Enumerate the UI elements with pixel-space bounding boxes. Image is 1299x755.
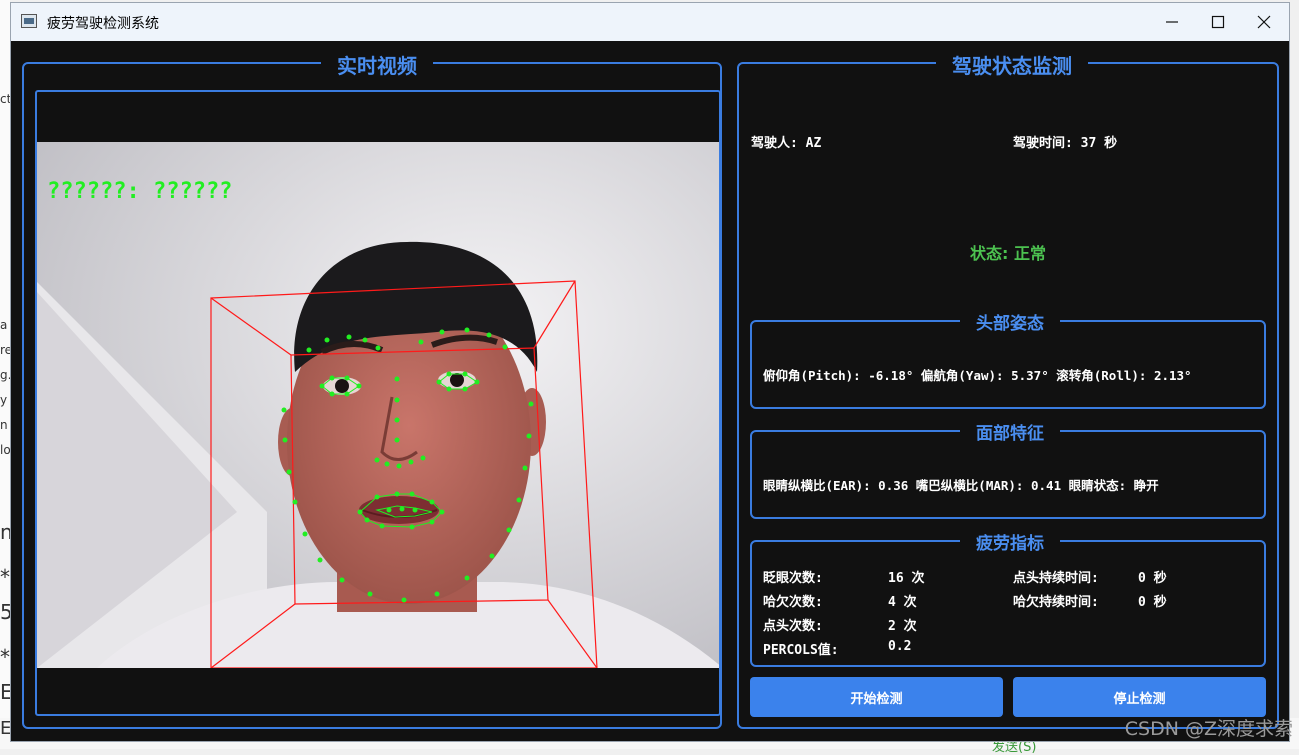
stop-detection-button[interactable]: 停止检测 — [1013, 677, 1266, 717]
bg-text-fragment: a — [0, 318, 8, 332]
yawn-count-label: 哈欠次数: — [763, 595, 823, 610]
nod-duration-value: 0 秒 — [1138, 571, 1167, 586]
close-icon[interactable] — [1241, 3, 1287, 41]
start-detection-button[interactable]: 开始检测 — [750, 677, 1003, 717]
maximize-icon[interactable] — [1195, 3, 1241, 41]
face-features-values: 眼睛纵横比(EAR): 0.36 嘴巴纵横比(MAR): 0.41 眼睛状态: … — [763, 478, 1159, 493]
nod-count-value: 2 次 — [888, 619, 917, 634]
status-label: 状态: 正常 — [970, 244, 1046, 263]
face-features-title: 面部特征 — [960, 419, 1060, 444]
bg-text-fragment: y — [0, 393, 8, 407]
title-bar[interactable]: 疲劳驾驶检测系统 — [11, 3, 1289, 41]
head-pose-title: 头部姿态 — [960, 309, 1060, 334]
minimize-icon[interactable] — [1149, 3, 1195, 41]
camera-feed: ??????: ?????? — [37, 142, 719, 668]
driver-label: 驾驶人: AZ — [751, 136, 822, 151]
video-frame: ??????: ?????? — [35, 90, 721, 716]
yawn-duration-value: 0 秒 — [1138, 595, 1167, 610]
drive-time-label: 驾驶时间: 37 秒 — [1013, 136, 1118, 151]
app-icon — [21, 14, 37, 28]
app-window: 疲劳驾驶检测系统 实时视频 ??????: ?????? 驾驶状态监测 驾驶人:… — [10, 2, 1290, 742]
yawn-count-value: 4 次 — [888, 595, 917, 610]
percols-value: 0.2 — [888, 639, 912, 654]
monitor-panel-title: 驾驶状态监测 — [936, 50, 1088, 79]
fatigue-title: 疲劳指标 — [960, 529, 1060, 554]
nod-duration-label: 点头持续时间: — [1013, 571, 1099, 586]
blink-count-label: 眨眼次数: — [763, 571, 823, 586]
yawn-duration-label: 哈欠持续时间: — [1013, 595, 1099, 610]
csdn-watermark: CSDN @Z深度求索 — [1124, 718, 1293, 740]
video-panel-title: 实时视频 — [321, 50, 433, 79]
nod-count-label: 点头次数: — [763, 619, 823, 634]
video-overlay-text: ??????: ?????? — [47, 179, 232, 204]
bg-text-fragment: n — [0, 418, 8, 432]
bg-text-fragment: * — [0, 565, 10, 589]
blink-count-value: 16 次 — [888, 571, 925, 586]
percols-label: PERCOLS值: — [763, 643, 839, 658]
window-title: 疲劳驾驶检测系统 — [47, 16, 159, 32]
head-pose-values: 俯仰角(Pitch): -6.18° 偏航角(Yaw): 5.37° 滚转角(R… — [763, 368, 1192, 383]
bg-text-fragment: * — [0, 645, 10, 669]
